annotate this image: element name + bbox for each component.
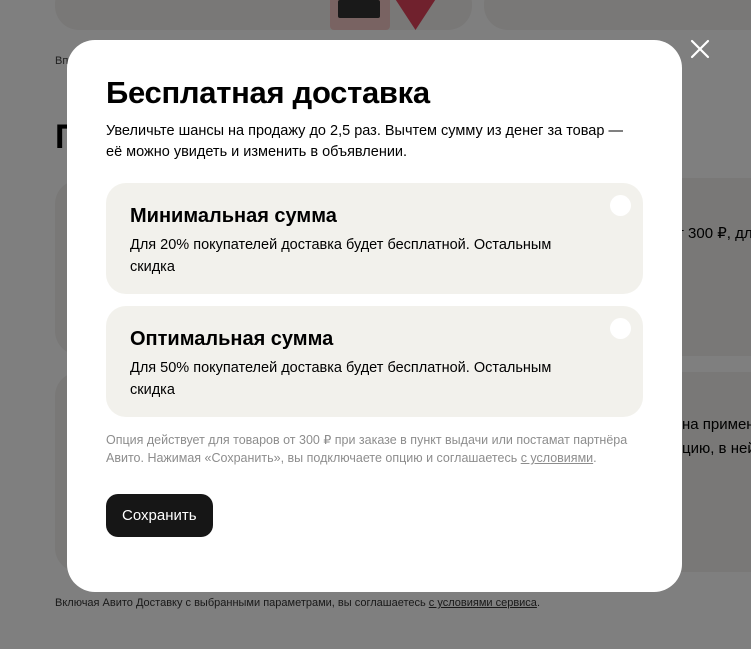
option-minimal-amount[interactable]: Минимальная сумма Для 20% покупателей до… xyxy=(106,183,643,294)
delivery-options: Минимальная сумма Для 20% покупателей до… xyxy=(106,183,643,417)
save-button[interactable]: Сохранить xyxy=(106,494,213,537)
terms-note: Опция действует для товаров от 300 ₽ при… xyxy=(106,431,643,467)
option-description: Для 50% покупателей доставка будет беспл… xyxy=(130,360,552,398)
dialog-title: Бесплатная доставка xyxy=(106,75,430,110)
close-button[interactable] xyxy=(688,37,712,61)
option-optimal-amount[interactable]: Оптимальная сумма Для 50% покупателей до… xyxy=(106,306,643,417)
option-title: Оптимальная сумма xyxy=(130,328,334,350)
radio-button[interactable] xyxy=(610,195,631,216)
note-end: . xyxy=(593,451,597,465)
terms-link[interactable]: с условиями xyxy=(521,451,593,465)
dialog-subtitle: Увеличьте шансы на продажу до 2,5 раз. В… xyxy=(106,123,623,160)
close-icon xyxy=(690,39,710,59)
free-delivery-dialog: Бесплатная доставка Увеличьте шансы на п… xyxy=(67,40,682,592)
option-description: Для 20% покупателей доставка будет беспл… xyxy=(130,237,552,275)
radio-button[interactable] xyxy=(610,318,631,339)
option-title: Минимальная сумма xyxy=(130,205,337,227)
